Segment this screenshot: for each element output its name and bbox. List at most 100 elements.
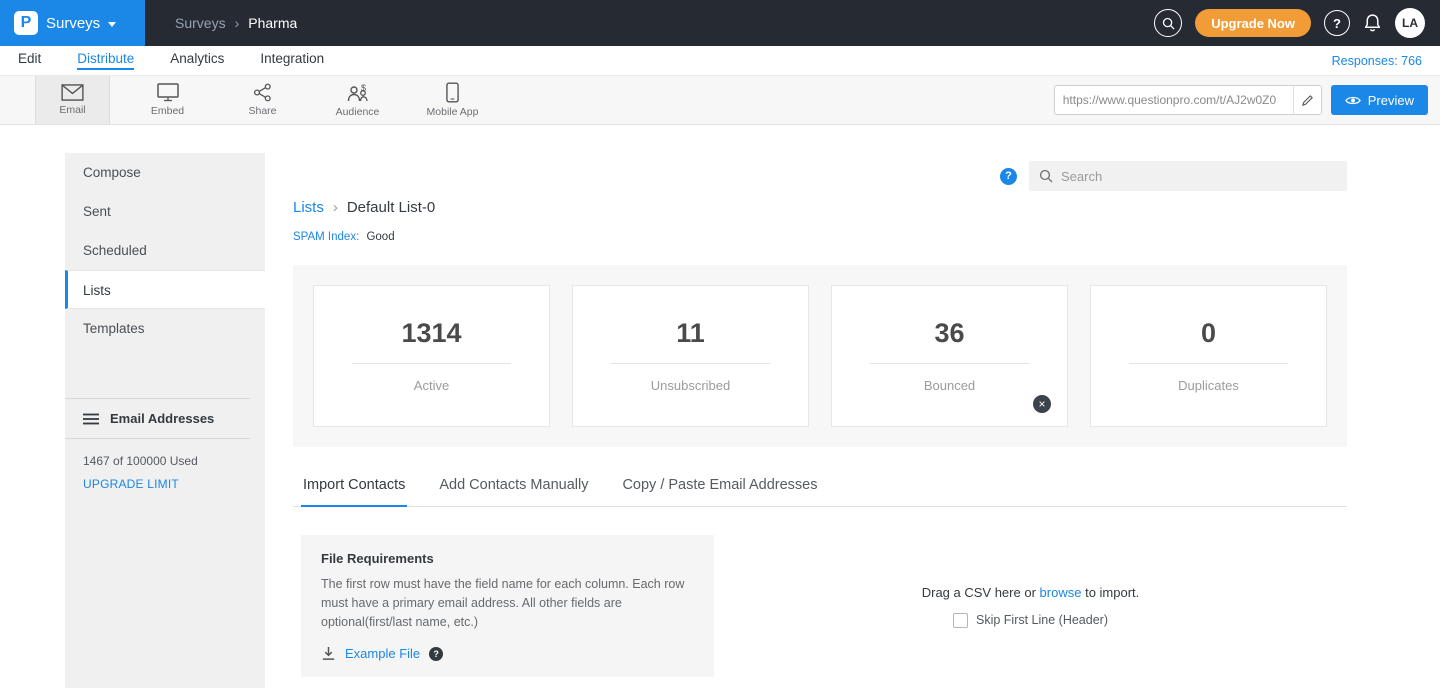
sidebar-item-templates[interactable]: Templates	[65, 309, 265, 348]
distribute-toolbar: Email Embed Share $ Audience Mobile App	[0, 76, 1440, 125]
survey-nav: Edit Distribute Analytics Integration Re…	[0, 46, 1440, 76]
notifications-bell-icon[interactable]	[1363, 13, 1382, 33]
stat-label: Active	[414, 378, 449, 393]
survey-url-box	[1054, 85, 1322, 115]
dropzone-text-prefix: Drag a CSV here or	[922, 585, 1036, 600]
toolbar-item-email[interactable]: Email	[35, 76, 110, 124]
file-requirements-body: The first row must have the field name f…	[321, 575, 694, 631]
stat-card-active[interactable]: 1314 Active	[313, 285, 550, 427]
lists-breadcrumb: Lists › Default List-0	[293, 199, 1347, 216]
stat-value: 36	[934, 318, 964, 349]
browse-link[interactable]: browse	[1040, 585, 1082, 600]
stat-card-unsubscribed[interactable]: 11 Unsubscribed	[572, 285, 809, 427]
skip-first-line-label: Skip First Line (Header)	[976, 613, 1108, 627]
lists-main-panel: ? Lists › Default List-0 SPAM Index: Goo…	[265, 125, 1440, 688]
tab-integration[interactable]: Integration	[260, 51, 324, 70]
tab-analytics[interactable]: Analytics	[170, 51, 224, 70]
contacts-tabs: Import Contacts Add Contacts Manually Co…	[293, 477, 1347, 507]
example-file-help-icon[interactable]: ?	[429, 647, 443, 661]
csv-dropzone[interactable]: Drag a CSV here or browse to import. Ski…	[714, 535, 1347, 677]
stat-divider	[611, 363, 771, 364]
topbar: P Surveys Surveys › Pharma Upgrade Now ?…	[0, 0, 1440, 46]
tab-distribute[interactable]: Distribute	[77, 51, 134, 70]
tab-add-contacts-manually[interactable]: Add Contacts Manually	[437, 477, 590, 507]
search-icon[interactable]	[1154, 9, 1182, 37]
breadcrumb-surveys-link[interactable]: Surveys	[175, 15, 226, 31]
stat-label: Unsubscribed	[651, 378, 731, 393]
stat-card-bounced[interactable]: 36 Bounced ×	[831, 285, 1068, 427]
sidebar-item-sent[interactable]: Sent	[65, 192, 265, 231]
main-top-row: ?	[293, 161, 1347, 191]
contacts-search-box	[1029, 161, 1347, 191]
skip-first-line-row: Skip First Line (Header)	[953, 613, 1108, 628]
current-list-name: Default List-0	[347, 199, 435, 216]
tab-import-contacts[interactable]: Import Contacts	[301, 477, 407, 507]
email-addresses-title: Email Addresses	[110, 411, 214, 426]
email-icon	[61, 84, 84, 101]
toolbar-item-label: Share	[248, 105, 276, 117]
email-addresses-header: Email Addresses	[65, 399, 250, 439]
toolbar-right: Preview	[1054, 76, 1440, 124]
dropzone-text-suffix: to import.	[1085, 585, 1139, 600]
upgrade-limit-link[interactable]: UPGRADE LIMIT	[65, 473, 265, 495]
magnifier-icon	[1039, 169, 1053, 183]
toolbar-item-audience[interactable]: $ Audience	[320, 76, 395, 124]
toolbar-item-label: Embed	[151, 105, 184, 117]
edit-url-button[interactable]	[1293, 86, 1321, 114]
chevron-down-icon	[108, 22, 116, 27]
upgrade-now-button[interactable]: Upgrade Now	[1195, 9, 1311, 37]
help-icon[interactable]: ?	[1324, 10, 1350, 36]
list-stats: 1314 Active 11 Unsubscribed 36 Bounced ×…	[293, 265, 1347, 447]
share-icon	[253, 83, 272, 102]
toolbar-item-share[interactable]: Share	[225, 76, 300, 124]
topbar-breadcrumb: Surveys › Pharma	[175, 15, 297, 31]
stat-label: Bounced	[924, 378, 975, 393]
responses-count[interactable]: Responses: 766	[1332, 54, 1422, 68]
example-file-row: Example File ?	[321, 646, 694, 661]
stat-card-duplicates[interactable]: 0 Duplicates	[1090, 285, 1327, 427]
content: Compose Sent Scheduled Lists Templates E…	[0, 125, 1440, 688]
survey-url-input[interactable]	[1055, 86, 1293, 114]
search-help-icon[interactable]: ?	[1000, 168, 1017, 185]
spam-index-value: Good	[366, 231, 394, 243]
import-contacts-panel: File Requirements The first row must hav…	[293, 535, 1347, 677]
breadcrumb-separator: ›	[235, 15, 240, 31]
sidebar-item-scheduled[interactable]: Scheduled	[65, 231, 265, 270]
sidebar-item-compose[interactable]: Compose	[65, 153, 265, 192]
stat-value: 1314	[401, 318, 461, 349]
tab-edit[interactable]: Edit	[18, 51, 41, 70]
embed-icon	[157, 83, 179, 102]
email-sidebar: Compose Sent Scheduled Lists Templates E…	[65, 153, 265, 688]
download-icon	[321, 646, 336, 661]
search-input[interactable]	[1061, 169, 1337, 184]
mobile-app-icon	[446, 82, 459, 103]
preview-button-label: Preview	[1368, 93, 1414, 108]
list-icon	[83, 413, 99, 425]
dropzone-text: Drag a CSV here or browse to import.	[922, 585, 1140, 600]
preview-button[interactable]: Preview	[1331, 85, 1428, 115]
sidebar-item-lists[interactable]: Lists	[65, 270, 265, 309]
skip-first-line-checkbox[interactable]	[953, 613, 968, 628]
toolbar-item-label: Mobile App	[427, 106, 479, 118]
product-switcher[interactable]: P Surveys	[0, 0, 145, 46]
spam-index-label[interactable]: SPAM Index:	[293, 231, 359, 243]
stat-divider	[1129, 363, 1289, 364]
email-usage-text: 1467 of 100000 Used	[65, 439, 265, 473]
clear-bounced-icon[interactable]: ×	[1033, 395, 1051, 413]
example-file-link[interactable]: Example File	[345, 646, 420, 661]
toolbar-item-label: Audience	[336, 106, 380, 118]
stat-divider	[870, 363, 1030, 364]
user-avatar[interactable]: LA	[1395, 8, 1425, 38]
file-requirements-box: File Requirements The first row must hav…	[301, 535, 714, 677]
lists-breadcrumb-link[interactable]: Lists	[293, 199, 324, 216]
stat-label: Duplicates	[1178, 378, 1239, 393]
toolbar-item-embed[interactable]: Embed	[130, 76, 205, 124]
spam-index-row: SPAM Index: Good	[293, 231, 1347, 243]
product-name: Surveys	[46, 15, 100, 32]
stat-value: 11	[676, 318, 705, 349]
questionpro-logo: P	[14, 11, 38, 35]
tab-copy-paste-email-addresses[interactable]: Copy / Paste Email Addresses	[620, 477, 819, 507]
toolbar-item-mobile-app[interactable]: Mobile App	[415, 76, 490, 124]
breadcrumb-survey-name: Pharma	[248, 15, 297, 31]
stat-divider	[352, 363, 512, 364]
